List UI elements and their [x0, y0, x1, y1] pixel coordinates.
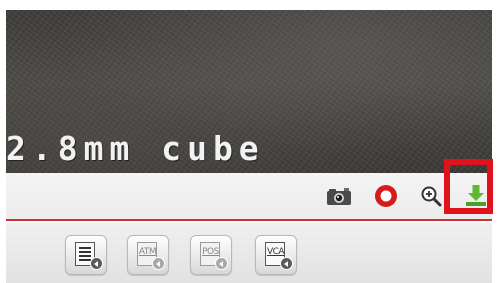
atm-label: ATM: [138, 247, 157, 257]
snapshot-button[interactable]: [324, 181, 354, 211]
pos-label: POS: [202, 247, 219, 257]
play-badge-icon: [152, 257, 165, 270]
pos-button[interactable]: POS: [190, 235, 232, 275]
play-badge-icon: [215, 257, 228, 270]
camera-viewer: 2.8mm cube ATM POS VCA: [0, 0, 498, 283]
bottom-toolbar: ATM POS VCA: [6, 223, 492, 283]
record-button[interactable]: [371, 181, 401, 211]
playback-control-bar: [6, 173, 492, 221]
vca-button[interactable]: VCA: [255, 235, 297, 275]
zoom-in-button[interactable]: [416, 181, 446, 211]
camera-overlay-text: 2.8mm cube: [6, 129, 265, 168]
download-icon: [466, 185, 486, 206]
record-icon: [375, 185, 397, 207]
camera-icon: [327, 188, 351, 205]
play-badge-icon: [90, 257, 103, 270]
zoom-in-icon: [421, 186, 442, 207]
vca-label: VCA: [266, 247, 285, 257]
list-button[interactable]: [65, 235, 107, 275]
play-badge-icon: [280, 257, 293, 270]
atm-button[interactable]: ATM: [127, 235, 169, 275]
video-feed[interactable]: 2.8mm cube: [6, 10, 492, 173]
download-button[interactable]: [461, 181, 491, 211]
